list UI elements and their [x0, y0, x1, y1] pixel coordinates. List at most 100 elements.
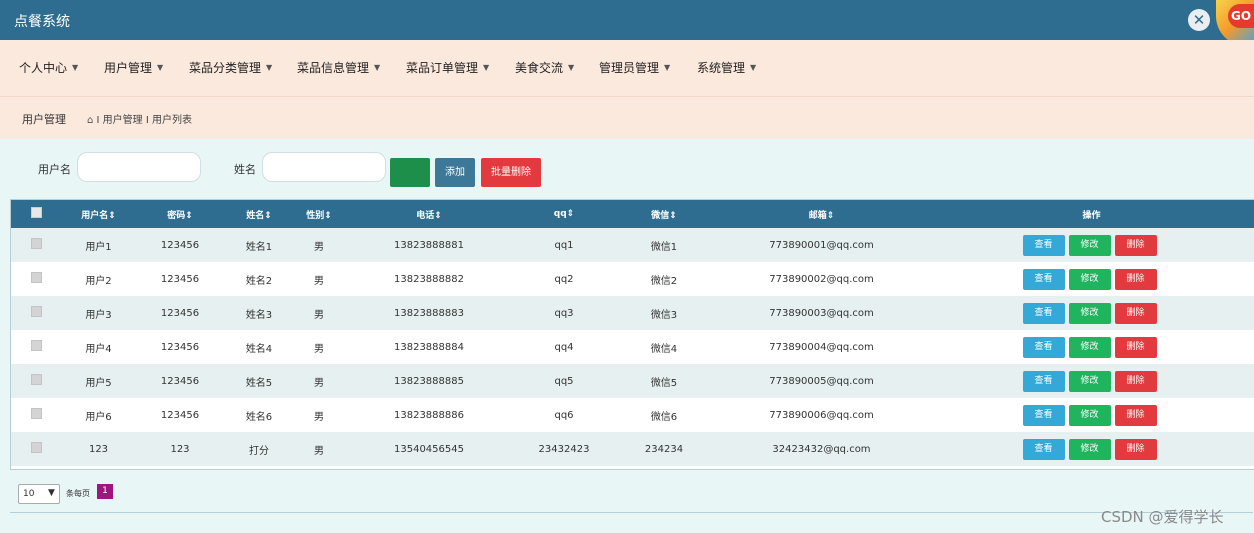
nav-system-management[interactable]: 系统管理 ▼ [697, 59, 756, 76]
cell-email: 773890003@qq.com [769, 307, 874, 319]
cell-gender: 男 [314, 411, 324, 423]
cell-name: 姓名6 [245, 411, 273, 423]
header-username[interactable]: 用户名⇕ [61, 200, 136, 228]
cell-name: 姓名5 [245, 377, 273, 389]
delete-button[interactable]: 删除 [1114, 336, 1157, 358]
caret-down-icon: ▼ [266, 63, 273, 72]
page-size-value: 10 [23, 489, 35, 499]
cell-wechat: 234234 [644, 443, 684, 455]
cell-email: 773890005@qq.com [769, 375, 874, 387]
cell-gender: 男 [314, 241, 324, 253]
edit-button[interactable]: 修改 [1068, 268, 1111, 290]
cell-gender: 男 [314, 309, 324, 321]
header-name[interactable]: 姓名⇕ [224, 200, 294, 228]
page-size-select[interactable]: 10 ▼ [18, 484, 60, 504]
cell-name: 打分 [249, 445, 269, 457]
row-checkbox[interactable] [11, 398, 61, 432]
edit-button[interactable]: 修改 [1068, 302, 1111, 324]
row-checkbox[interactable] [11, 364, 61, 398]
delete-button[interactable]: 删除 [1114, 234, 1157, 256]
cell-phone: 13540456545 [394, 443, 464, 455]
edit-button[interactable]: 修改 [1068, 234, 1111, 256]
page-number-1[interactable]: 1 [97, 484, 113, 499]
nav-user-management[interactable]: 用户管理 ▼ [104, 59, 163, 76]
cell-name: 姓名2 [245, 275, 273, 287]
cell-name: 姓名4 [245, 343, 273, 355]
nav-label: 个人中心 [19, 61, 68, 75]
delete-button[interactable]: 删除 [1114, 302, 1157, 324]
cell-qq: qq4 [554, 341, 574, 353]
cell-qq: qq5 [554, 375, 574, 387]
row-checkbox[interactable] [11, 432, 61, 466]
cell-qq: 23432423 [538, 443, 590, 455]
nav-admin-management[interactable]: 管理员管理 ▼ [599, 59, 670, 76]
cell-username: 用户6 [85, 411, 112, 423]
cell-username: 用户2 [85, 275, 112, 287]
header-phone[interactable]: 电话⇕ [344, 200, 514, 228]
view-button[interactable]: 查看 [1022, 404, 1065, 426]
view-button[interactable]: 查看 [1022, 268, 1065, 290]
name-input[interactable] [262, 152, 386, 182]
caret-down-icon: ▼ [568, 63, 575, 72]
edit-button[interactable]: 修改 [1068, 336, 1111, 358]
nav-food-exchange[interactable]: 美食交流 ▼ [515, 59, 574, 76]
add-button[interactable]: 添加 [435, 158, 475, 187]
cell-actions: 查看 修改 删除 [929, 228, 1254, 262]
batch-delete-button[interactable]: 批量删除 [481, 158, 541, 187]
delete-button[interactable]: 删除 [1114, 268, 1157, 290]
table-row: 用户5 123456 姓名5 男 13823888885 qq5 微信5 773… [11, 364, 1254, 398]
home-icon[interactable]: ⌂ [87, 115, 93, 126]
search-button[interactable]: 查询 [390, 158, 430, 187]
header-gender[interactable]: 性别⇕ [294, 200, 344, 228]
cell-phone: 13823888886 [394, 409, 464, 421]
per-page-label: 条每页 [66, 489, 90, 498]
nav-dish-order-management[interactable]: 菜品订单管理 ▼ [406, 59, 489, 76]
view-button[interactable]: 查看 [1022, 302, 1065, 324]
view-button[interactable]: 查看 [1022, 234, 1065, 256]
close-icon[interactable]: ✕ [1188, 9, 1210, 31]
delete-button[interactable]: 删除 [1114, 404, 1157, 426]
delete-button[interactable]: 删除 [1114, 438, 1157, 460]
cell-phone: 13823888881 [394, 239, 464, 251]
breadcrumb-path-text: I 用户管理 I 用户列表 [96, 115, 192, 126]
table-row: 用户6 123456 姓名6 男 13823888886 qq6 微信6 773… [11, 398, 1254, 432]
nav-label: 系统管理 [697, 61, 746, 75]
table-row: 用户2 123456 姓名2 男 13823888882 qq2 微信2 773… [11, 262, 1254, 296]
nav-label: 用户管理 [104, 61, 153, 75]
cell-phone: 13823888885 [394, 375, 464, 387]
view-button[interactable]: 查看 [1022, 370, 1065, 392]
header-qq[interactable]: qq⇕ [514, 200, 614, 228]
nav-dish-info-management[interactable]: 菜品信息管理 ▼ [297, 59, 380, 76]
cell-email: 773890004@qq.com [769, 341, 874, 353]
caret-down-icon: ▼ [664, 63, 671, 72]
row-checkbox[interactable] [11, 296, 61, 330]
cell-password: 123456 [160, 273, 200, 285]
cell-password: 123456 [160, 409, 200, 421]
cell-name: 姓名1 [245, 241, 273, 253]
view-button[interactable]: 查看 [1022, 438, 1065, 460]
edit-button[interactable]: 修改 [1068, 438, 1111, 460]
row-checkbox[interactable] [11, 262, 61, 296]
edit-button[interactable]: 修改 [1068, 404, 1111, 426]
delete-button[interactable]: 删除 [1114, 370, 1157, 392]
edit-button[interactable]: 修改 [1068, 370, 1111, 392]
header-wechat[interactable]: 微信⇕ [614, 200, 714, 228]
username-input[interactable] [77, 152, 201, 182]
row-checkbox[interactable] [11, 330, 61, 364]
cell-wechat: 微信5 [650, 377, 678, 389]
cell-password: 123456 [160, 307, 200, 319]
table-row: 123 123 打分 男 13540456545 23432423 234234… [11, 432, 1254, 466]
header-password[interactable]: 密码⇕ [136, 200, 224, 228]
header-email[interactable]: 邮箱⇕ [714, 200, 929, 228]
select-all-checkbox[interactable] [11, 200, 61, 228]
nav-dish-category-management[interactable]: 菜品分类管理 ▼ [189, 59, 272, 76]
nav-personal-center[interactable]: 个人中心 ▼ [19, 59, 78, 76]
chevron-down-icon: ▼ [48, 488, 55, 498]
cell-gender: 男 [314, 275, 324, 287]
row-checkbox[interactable] [11, 228, 61, 262]
cell-qq: qq6 [554, 409, 574, 421]
cell-password: 123456 [160, 341, 200, 353]
nav-label: 菜品订单管理 [406, 61, 479, 75]
caret-down-icon: ▼ [483, 63, 490, 72]
view-button[interactable]: 查看 [1022, 336, 1065, 358]
